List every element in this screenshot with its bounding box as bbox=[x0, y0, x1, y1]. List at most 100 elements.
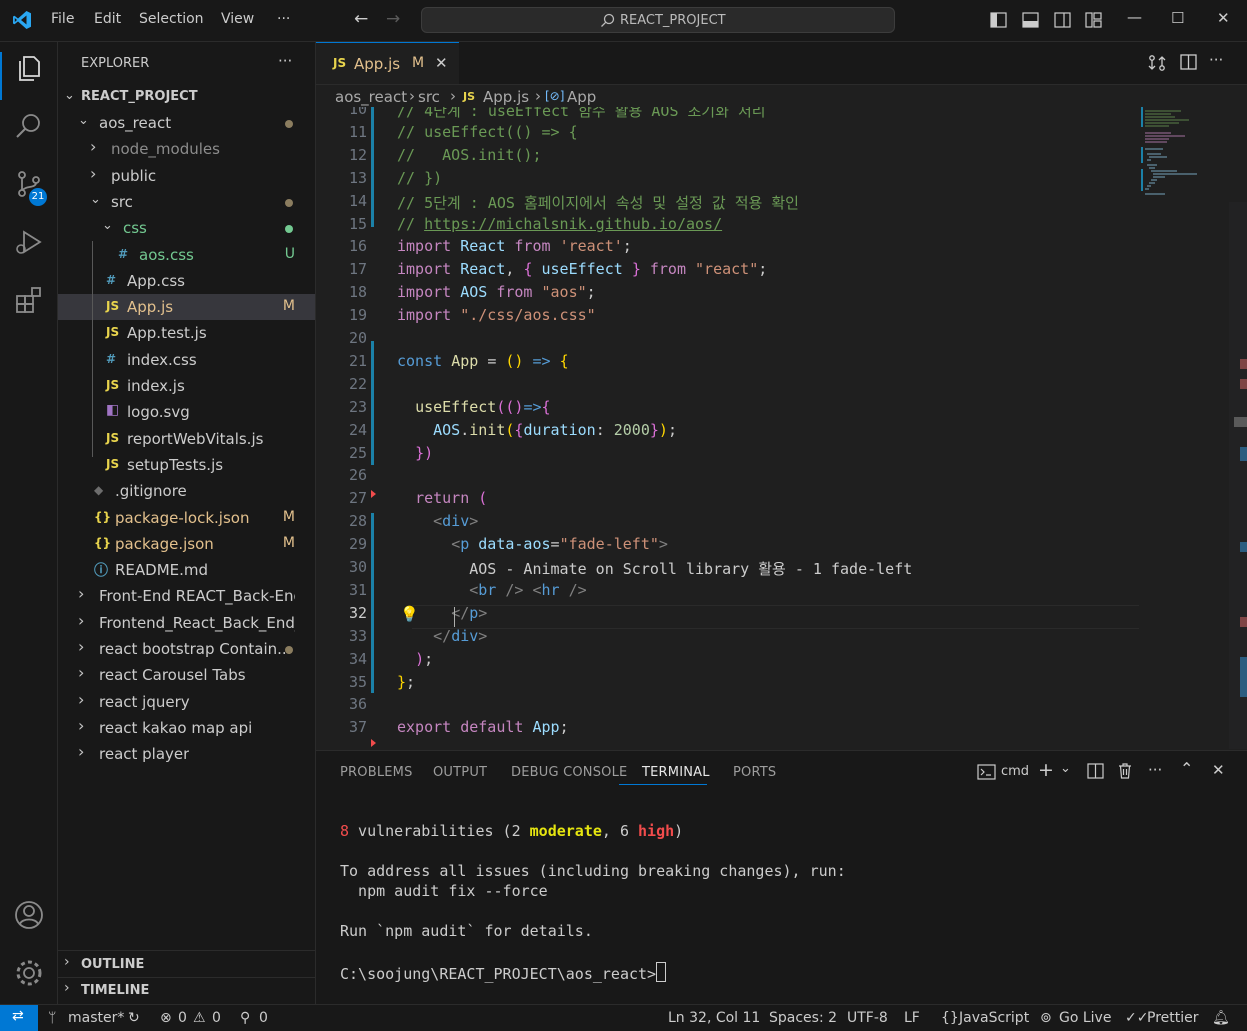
check-all-icon: ✓✓ bbox=[1125, 1010, 1149, 1026]
manage-gear-icon[interactable] bbox=[13, 957, 45, 989]
vscode-logo-icon[interactable] bbox=[12, 10, 32, 30]
menu-selection[interactable]: Selection bbox=[139, 11, 204, 27]
language-mode[interactable]: JavaScript bbox=[959, 1010, 1029, 1026]
tree-item[interactable]: › react Carousel Tabs bbox=[58, 662, 315, 688]
editor-more-actions-icon[interactable]: ··· bbox=[1209, 51, 1223, 69]
menu-file[interactable]: File bbox=[51, 11, 74, 27]
warning-count[interactable]: 0 bbox=[212, 1010, 221, 1026]
maximize-panel-icon[interactable]: ⌃ bbox=[1180, 759, 1193, 778]
gutter-deleted-marker bbox=[371, 739, 376, 747]
line-number: 12 bbox=[348, 145, 367, 164]
git-branch[interactable]: master* bbox=[68, 1010, 124, 1026]
breadcrumb-app-js[interactable]: App.js bbox=[483, 88, 529, 106]
tree-item[interactable]: ⓘ README.md bbox=[58, 557, 315, 583]
minimap[interactable] bbox=[1141, 107, 1231, 749]
toggle-panel-icon[interactable] bbox=[1022, 12, 1039, 28]
error-count[interactable]: 0 bbox=[178, 1010, 187, 1026]
tree-item[interactable]: # aos.css U bbox=[58, 242, 315, 268]
prettier-button[interactable]: Prettier bbox=[1147, 1010, 1199, 1026]
title-bar: File Edit Selection View ··· ← → REACT_P… bbox=[0, 0, 1247, 42]
breadcrumb-src[interactable]: src bbox=[418, 88, 440, 106]
encoding[interactable]: UTF-8 bbox=[847, 1010, 888, 1026]
tree-item-label: App.test.js bbox=[127, 324, 207, 343]
tab-app-js[interactable]: JS App.js M ✕ bbox=[316, 42, 459, 84]
terminal-shell-name[interactable]: cmd bbox=[1001, 764, 1029, 779]
notifications-bell-icon[interactable]: 🔔︎ bbox=[1212, 1010, 1230, 1026]
explorer-more-actions[interactable]: ··· bbox=[278, 52, 292, 70]
new-terminal-plus-icon[interactable]: + bbox=[1038, 759, 1054, 781]
tree-item[interactable]: › react jquery bbox=[58, 689, 315, 715]
panel-tab-problems[interactable]: PROBLEMS bbox=[340, 765, 413, 780]
forward-arrow-icon[interactable]: → bbox=[386, 9, 400, 29]
tree-item[interactable]: ⌄ src bbox=[58, 189, 315, 215]
toggle-primary-sidebar-icon[interactable] bbox=[990, 12, 1007, 28]
panel-tab-output[interactable]: OUTPUT bbox=[433, 765, 487, 780]
sync-icon[interactable]: ↻ bbox=[128, 1010, 140, 1026]
tree-item[interactable]: # index.css bbox=[58, 347, 315, 373]
tree-item[interactable]: › public bbox=[58, 163, 315, 189]
trash-icon[interactable] bbox=[1117, 762, 1133, 779]
chevron-down-icon[interactable]: ⌄ bbox=[1060, 761, 1071, 776]
toggle-secondary-sidebar-icon[interactable] bbox=[1054, 12, 1071, 28]
cursor-position[interactable]: Ln 32, Col 11 bbox=[668, 1010, 760, 1026]
split-terminal-icon[interactable] bbox=[1087, 763, 1104, 779]
tree-item[interactable]: › node_modules bbox=[58, 136, 315, 162]
tree-item[interactable]: › Front-End REACT_Back-End_S... bbox=[58, 583, 315, 609]
panel-tab-debug-console[interactable]: DEBUG CONSOLE bbox=[511, 765, 627, 780]
open-changes-icon[interactable] bbox=[1148, 54, 1166, 72]
tab-close-icon[interactable]: ✕ bbox=[435, 54, 448, 72]
maximize-icon[interactable]: ☐ bbox=[1171, 9, 1184, 27]
minimize-icon[interactable]: — bbox=[1127, 8, 1142, 26]
tree-item[interactable]: JS index.js bbox=[58, 373, 315, 399]
tree-item[interactable]: › react kakao map api bbox=[58, 715, 315, 741]
timeline-section[interactable]: › TIMELINE bbox=[58, 978, 315, 1002]
js-file-icon: JS bbox=[106, 378, 120, 392]
split-editor-icon[interactable] bbox=[1180, 54, 1197, 70]
remote-indicator[interactable]: ⇄ bbox=[0, 1005, 38, 1031]
tree-item[interactable]: JS App.js M bbox=[58, 294, 315, 321]
indentation[interactable]: Spaces: 2 bbox=[769, 1010, 837, 1026]
back-arrow-icon[interactable]: ← bbox=[354, 9, 368, 29]
code-line: export default App; bbox=[397, 718, 569, 737]
search-view-icon[interactable] bbox=[13, 110, 45, 142]
tree-item[interactable]: JS reportWebVitals.js bbox=[58, 426, 315, 452]
end-of-line[interactable]: LF bbox=[904, 1010, 920, 1026]
outline-section[interactable]: › OUTLINE bbox=[58, 952, 315, 976]
go-live-button[interactable]: Go Live bbox=[1059, 1010, 1111, 1026]
terminal-prompt[interactable]: C:\soojung\REACT_PROJECT\aos_react> bbox=[340, 962, 667, 983]
tree-item[interactable]: # App.css bbox=[58, 268, 315, 294]
tree-item[interactable]: {} package.json M bbox=[58, 531, 315, 557]
tree-item[interactable]: › react bootstrap Contain... bbox=[58, 636, 315, 662]
panel-more-icon[interactable]: ··· bbox=[1148, 761, 1162, 779]
tree-item[interactable]: › Frontend_React_Back_End_Sp... bbox=[58, 610, 315, 636]
run-debug-icon[interactable] bbox=[13, 226, 45, 258]
tree-item[interactable]: › react player bbox=[58, 741, 315, 767]
menu-more[interactable]: ··· bbox=[277, 11, 290, 27]
code-editor[interactable]: 10 // 4단계 : useEffect 함수 활용 AOS 초기화 처리 11 /… bbox=[316, 107, 1247, 749]
breadcrumb-aos-react[interactable]: aos_react bbox=[335, 88, 407, 106]
gutter-modified-marker bbox=[371, 513, 374, 693]
breadcrumb-app-symbol[interactable]: App bbox=[567, 88, 596, 106]
customize-layout-icon[interactable] bbox=[1085, 12, 1102, 28]
panel-tab-terminal[interactable]: TERMINAL bbox=[642, 765, 710, 780]
accounts-icon[interactable] bbox=[13, 899, 45, 931]
close-panel-icon[interactable]: ✕ bbox=[1212, 761, 1225, 779]
command-center-search[interactable]: REACT_PROJECT bbox=[421, 7, 895, 33]
tree-item[interactable]: ⌄ aos_react bbox=[58, 110, 315, 136]
ports-count[interactable]: 0 bbox=[259, 1010, 268, 1026]
tree-item[interactable]: JS App.test.js bbox=[58, 320, 315, 346]
tree-item[interactable]: ◧ logo.svg bbox=[58, 399, 315, 425]
tree-item[interactable]: {} package-lock.json M bbox=[58, 505, 315, 531]
menu-view[interactable]: View bbox=[221, 11, 254, 27]
extensions-icon[interactable] bbox=[13, 284, 45, 316]
explorer-icon[interactable] bbox=[13, 52, 45, 84]
tree-item[interactable]: ⌄ css bbox=[58, 215, 315, 241]
code-line: <p data-aos="fade-left"> bbox=[451, 535, 668, 554]
close-window-icon[interactable]: ✕ bbox=[1217, 9, 1230, 27]
tree-item[interactable]: JS setupTests.js bbox=[58, 452, 315, 478]
panel-tab-ports[interactable]: PORTS bbox=[733, 765, 776, 780]
lightbulb-icon[interactable]: 💡 bbox=[400, 605, 419, 623]
menu-edit[interactable]: Edit bbox=[94, 11, 121, 27]
workspace-root[interactable]: ⌄ REACT_PROJECT bbox=[58, 84, 315, 110]
tree-item[interactable]: ◆ .gitignore bbox=[58, 478, 315, 504]
